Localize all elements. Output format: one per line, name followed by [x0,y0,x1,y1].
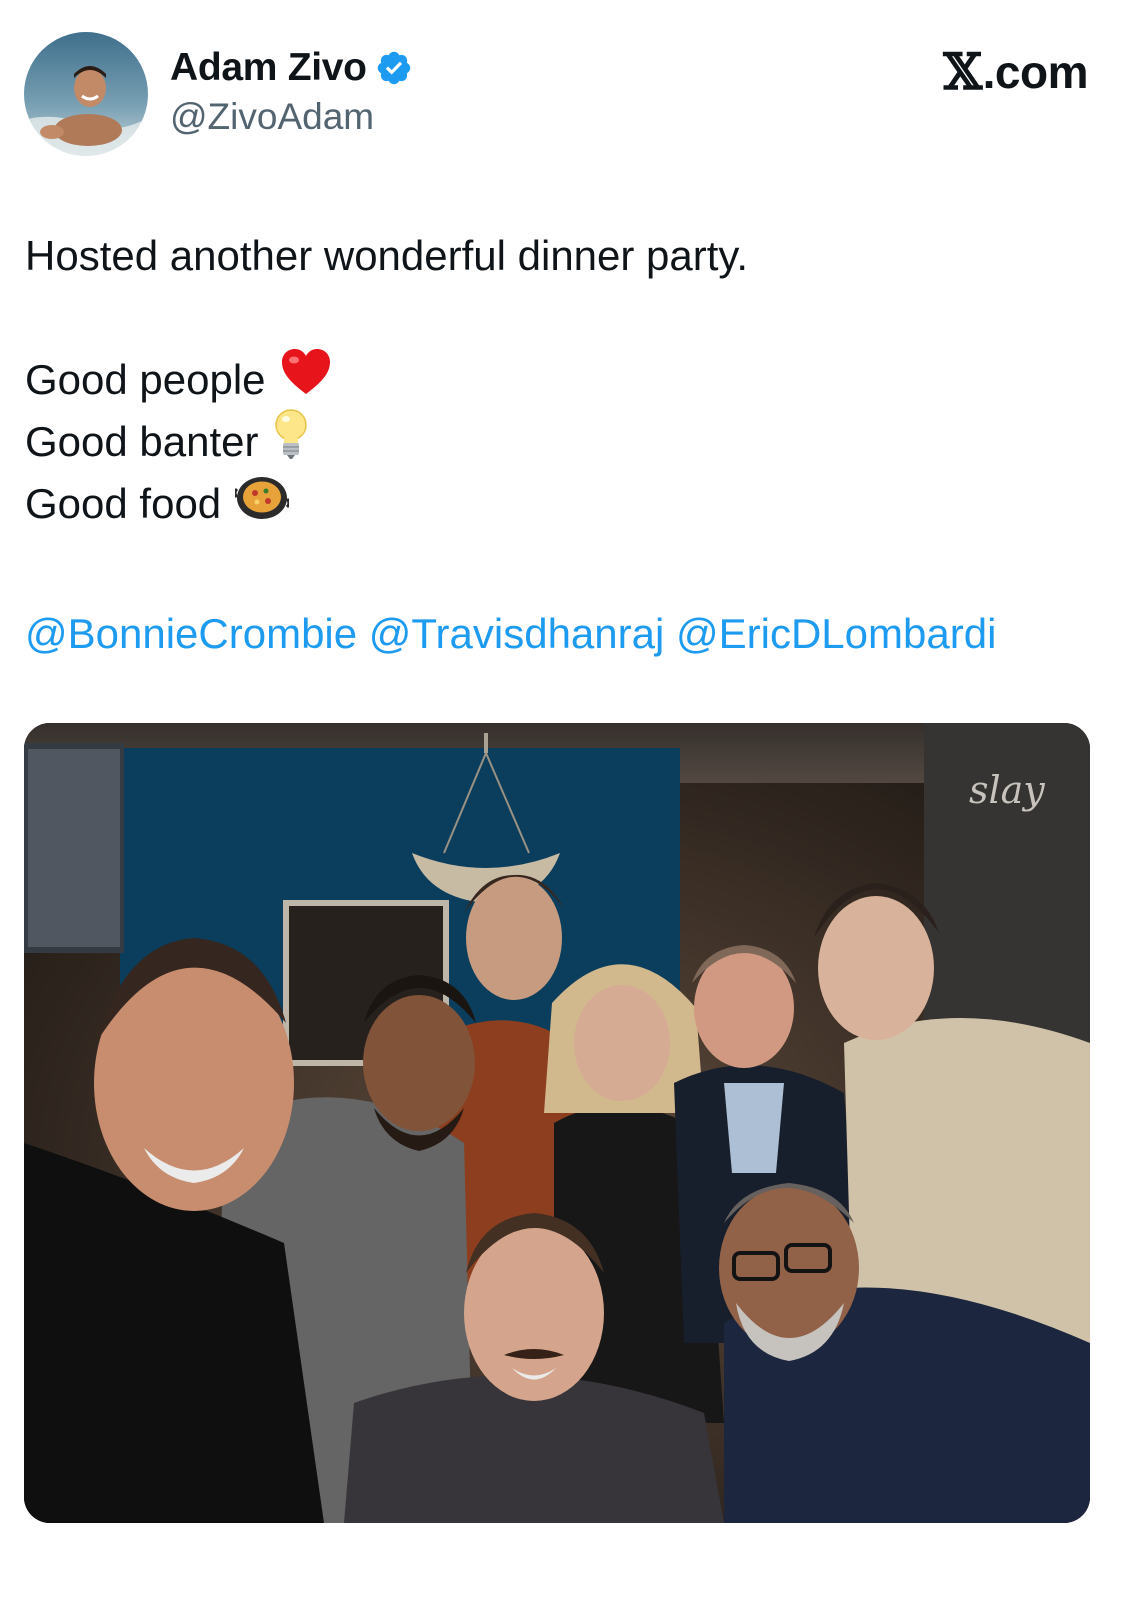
avatar-image [24,32,148,156]
tweet-line-text: Good food [25,480,222,527]
mentions: @BonnieCrombie @Travisdhanraj @EricDLomb… [25,603,996,665]
avatar[interactable] [24,32,148,156]
light-bulb-emoji-icon [273,408,309,477]
tweet-line-good-people: Good people [25,348,1115,413]
brand-label: .com [982,45,1089,98]
mention-link[interactable]: @EricDLombardi [676,610,996,657]
tweet-header: Adam Zivo @ZivoAdam 𝕏 .com [24,32,1114,158]
red-heart-emoji-icon [280,348,332,413]
brand-logo: 𝕏 .com [943,42,1088,101]
tweet-photo[interactable]: slay [24,723,1090,1523]
verified-badge-icon [375,49,413,87]
mention-link[interactable]: @Travisdhanraj [369,610,665,657]
group-photo-image: slay [24,723,1090,1523]
tweet-line-text: Good banter [25,418,259,465]
display-name[interactable]: Adam Zivo [170,46,367,90]
tweet-line-text: Good people [25,356,266,403]
tweet-line-good-banter: Good banter [25,408,1115,473]
mention-link[interactable]: @BonnieCrombie [25,610,357,657]
tweet-text: Hosted another wonderful dinner party. G… [25,225,1115,535]
user-handle[interactable]: @ZivoAdam [170,96,413,138]
author-info: Adam Zivo @ZivoAdam [170,44,413,138]
display-name-row: Adam Zivo [170,44,413,92]
tweet-line: Hosted another wonderful dinner party. [25,232,748,279]
tweet-line-good-food: Good food [25,473,1115,535]
x-logo-icon: 𝕏 [943,42,982,101]
paella-pan-emoji-icon [233,471,291,538]
